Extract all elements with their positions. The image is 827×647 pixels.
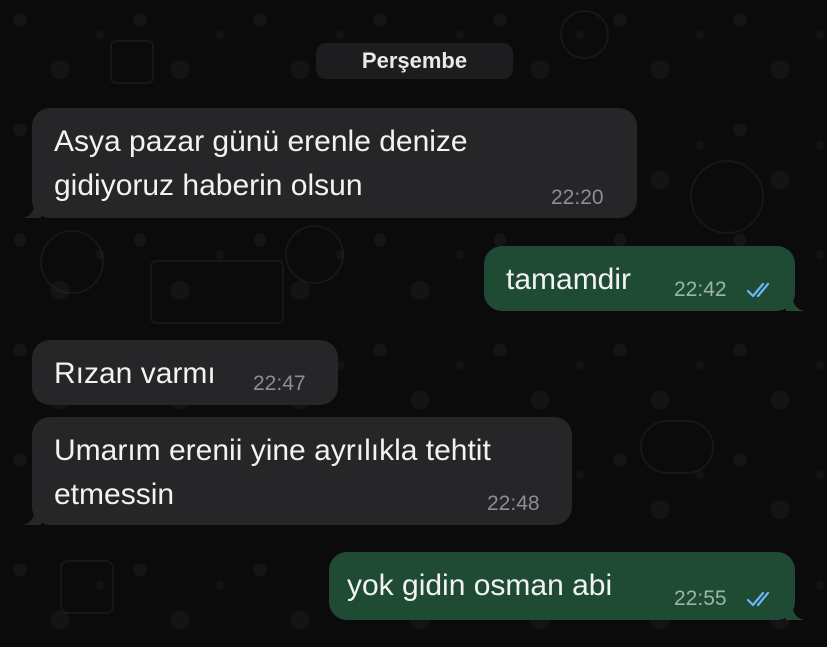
message-text: yok gidin osman abi [347,569,613,602]
double-check-icon [746,591,770,607]
wallpaper-doodle [40,230,104,294]
message-time: 22:48 [487,492,540,515]
wallpaper-doodle [560,10,609,59]
message-time: 22:42 [674,278,727,301]
wallpaper-doodle [110,40,154,84]
chat-wallpaper [0,0,827,647]
wallpaper-doodle [690,160,764,234]
wallpaper-doodle [285,225,344,284]
message-bubble-outgoing[interactable]: tamamdir 22:42 [484,246,804,311]
message-text: Rızan varmı [54,357,216,390]
wallpaper-doodle [60,560,114,614]
date-label: Perşembe [361,48,468,73]
bubble-tail [786,602,804,620]
message-text: Umarım erenii yine ayrılıkla tehtit etme… [54,434,491,511]
date-separator: Perşembe [316,43,513,79]
message-bubble-incoming[interactable]: Rızan varmı 22:47 [32,340,338,405]
bubble-tail [786,293,804,311]
bubble-tail [23,507,41,525]
wallpaper-doodle [640,420,714,474]
message-text: tamamdir [506,263,632,296]
message-bubble-incoming[interactable]: Umarım erenii yine ayrılıkla tehtit etme… [23,417,572,525]
message-time: 22:20 [551,186,604,209]
message-text: Asya pazar günü erenle denize gidiyoruz … [54,125,468,202]
message-time: 22:55 [674,587,727,610]
double-check-icon [746,282,770,298]
message-time: 22:47 [253,372,306,395]
message-bubble-incoming[interactable]: Asya pazar günü erenle denize gidiyoruz … [23,108,637,218]
wallpaper-doodle [150,260,284,324]
message-bubble-outgoing[interactable]: yok gidin osman abi 22:55 [329,552,804,620]
bubble-tail [23,200,41,218]
